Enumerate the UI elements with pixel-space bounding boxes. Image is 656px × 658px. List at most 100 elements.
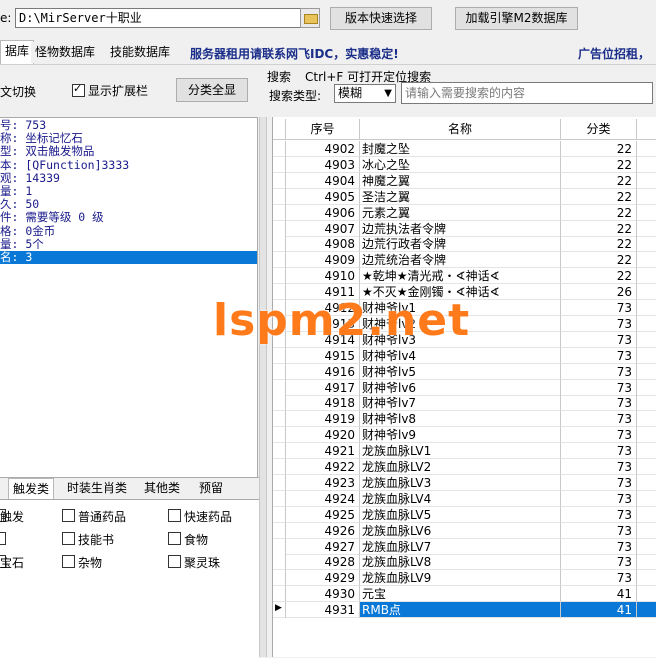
cell-category[interactable]: 22: [561, 156, 637, 173]
tab-monster-database[interactable]: 怪物数据库: [31, 42, 100, 63]
cell-name[interactable]: 龙族血脉LV2: [360, 459, 561, 475]
cell-name[interactable]: 龙族血脉LV3: [360, 474, 561, 491]
row-header[interactable]: [273, 204, 286, 221]
cell-id[interactable]: 4902: [286, 141, 360, 157]
row-header[interactable]: [273, 252, 286, 269]
tab-other-category[interactable]: 其他类: [140, 478, 184, 498]
cell-extra[interactable]: [637, 523, 656, 539]
cell-category[interactable]: 22: [561, 252, 637, 269]
info-line[interactable]: 名: 3: [0, 251, 257, 264]
cell-name[interactable]: 龙族血脉LV5: [360, 506, 561, 523]
cell-name[interactable]: 财神爷lv4: [360, 347, 561, 364]
cell-name[interactable]: 龙族血脉LV7: [360, 538, 561, 555]
cell-category[interactable]: 73: [561, 554, 637, 571]
row-header[interactable]: [273, 379, 286, 396]
row-header[interactable]: [273, 554, 286, 571]
cell-extra[interactable]: [637, 554, 656, 571]
cell-extra[interactable]: [637, 252, 656, 269]
cell-category[interactable]: 73: [561, 411, 637, 428]
cell-id[interactable]: 4923: [286, 474, 360, 491]
tab-item-database[interactable]: 据库: [0, 40, 35, 64]
panel-splitter[interactable]: [259, 117, 267, 657]
cell-category[interactable]: 22: [561, 236, 637, 253]
cell-category[interactable]: 22: [561, 268, 637, 285]
cell-id[interactable]: 4903: [286, 156, 360, 173]
category-checkbox[interactable]: [62, 555, 75, 568]
cell-name[interactable]: 冰心之坠: [360, 156, 561, 173]
search-mode-select[interactable]: 模糊 ▼: [334, 84, 396, 103]
show-all-categories-button[interactable]: 分类全显: [176, 78, 248, 102]
cell-extra[interactable]: [637, 316, 656, 332]
cell-name[interactable]: 边荒统治者令牌: [360, 252, 561, 269]
cell-category[interactable]: 22: [561, 141, 637, 157]
cell-category[interactable]: 73: [561, 395, 637, 412]
cell-name[interactable]: 财神爷lv7: [360, 395, 561, 412]
cell-extra[interactable]: [637, 380, 656, 396]
row-header[interactable]: [273, 411, 286, 428]
load-m2-database-button[interactable]: 加载引擎M2数据库: [455, 7, 578, 30]
category-checkbox[interactable]: [168, 555, 181, 568]
cell-id[interactable]: 4927: [286, 538, 360, 555]
cell-extra[interactable]: [637, 459, 656, 475]
info-line[interactable]: 观: 14339: [0, 171, 257, 185]
row-header[interactable]: [273, 506, 286, 523]
cell-name[interactable]: 封魔之坠: [360, 141, 561, 157]
cell-name[interactable]: 边荒行政者令牌: [360, 236, 561, 253]
cell-extra[interactable]: [637, 411, 656, 428]
category-checkbox[interactable]: [168, 509, 181, 522]
cell-category[interactable]: 73: [561, 570, 637, 587]
cell-id[interactable]: 4915: [286, 347, 360, 364]
cell-id[interactable]: 4920: [286, 427, 360, 444]
row-header[interactable]: [273, 188, 286, 205]
cell-category[interactable]: 73: [561, 427, 637, 444]
info-line[interactable]: 号: 753: [0, 119, 257, 132]
cell-extra[interactable]: [637, 300, 656, 316]
row-header[interactable]: [273, 268, 286, 285]
cell-extra[interactable]: [637, 141, 656, 157]
category-checkbox[interactable]: [168, 532, 181, 545]
column-header-name[interactable]: 名称: [360, 119, 561, 140]
cell-name[interactable]: 财神爷lv6: [360, 379, 561, 396]
info-line[interactable]: 量: 1: [0, 185, 257, 198]
cell-id[interactable]: 4921: [286, 443, 360, 460]
language-toggle-label[interactable]: 文切换: [0, 83, 36, 100]
cell-category[interactable]: 73: [561, 459, 637, 475]
cell-id[interactable]: 4917: [286, 379, 360, 396]
cell-id[interactable]: 4930: [286, 586, 360, 603]
row-header[interactable]: [273, 363, 286, 380]
cell-name[interactable]: 龙族血脉LV1: [360, 443, 561, 460]
cell-category[interactable]: 73: [561, 363, 637, 380]
cell-extra[interactable]: [637, 427, 656, 444]
row-header[interactable]: [273, 172, 286, 189]
row-header[interactable]: [273, 427, 286, 444]
row-header[interactable]: [273, 141, 286, 157]
cell-category[interactable]: 73: [561, 315, 637, 332]
cell-category[interactable]: 22: [561, 220, 637, 237]
cell-id[interactable]: 4905: [286, 188, 360, 205]
cell-name[interactable]: 圣洁之翼: [360, 188, 561, 205]
cell-extra[interactable]: [637, 284, 656, 301]
cell-extra[interactable]: [637, 570, 656, 587]
category-checkbox[interactable]: [0, 532, 6, 545]
row-header[interactable]: [273, 443, 286, 460]
cell-id[interactable]: 4904: [286, 172, 360, 189]
cell-extra[interactable]: [637, 443, 656, 460]
cell-category[interactable]: 73: [561, 506, 637, 523]
cell-category[interactable]: 73: [561, 443, 637, 460]
cell-extra[interactable]: [637, 205, 656, 221]
cell-name[interactable]: 财神爷lv5: [360, 363, 561, 380]
tab-fashion-zodiac-category[interactable]: 时装生肖类: [63, 478, 131, 498]
cell-extra[interactable]: [637, 586, 656, 603]
cell-id[interactable]: 4919: [286, 411, 360, 428]
cell-category[interactable]: 41: [561, 602, 637, 619]
cell-extra[interactable]: [637, 348, 656, 364]
cell-id[interactable]: 4928: [286, 554, 360, 571]
row-header[interactable]: ▶: [273, 602, 286, 619]
info-line[interactable]: 称: 坐标记忆石: [0, 132, 257, 145]
cell-name[interactable]: 边荒执法者令牌: [360, 220, 561, 237]
cell-extra[interactable]: [637, 539, 656, 555]
cell-extra[interactable]: [637, 157, 656, 173]
cell-name[interactable]: 神魔之翼: [360, 172, 561, 189]
cell-id[interactable]: 4925: [286, 506, 360, 523]
cell-id[interactable]: 4908: [286, 236, 360, 253]
